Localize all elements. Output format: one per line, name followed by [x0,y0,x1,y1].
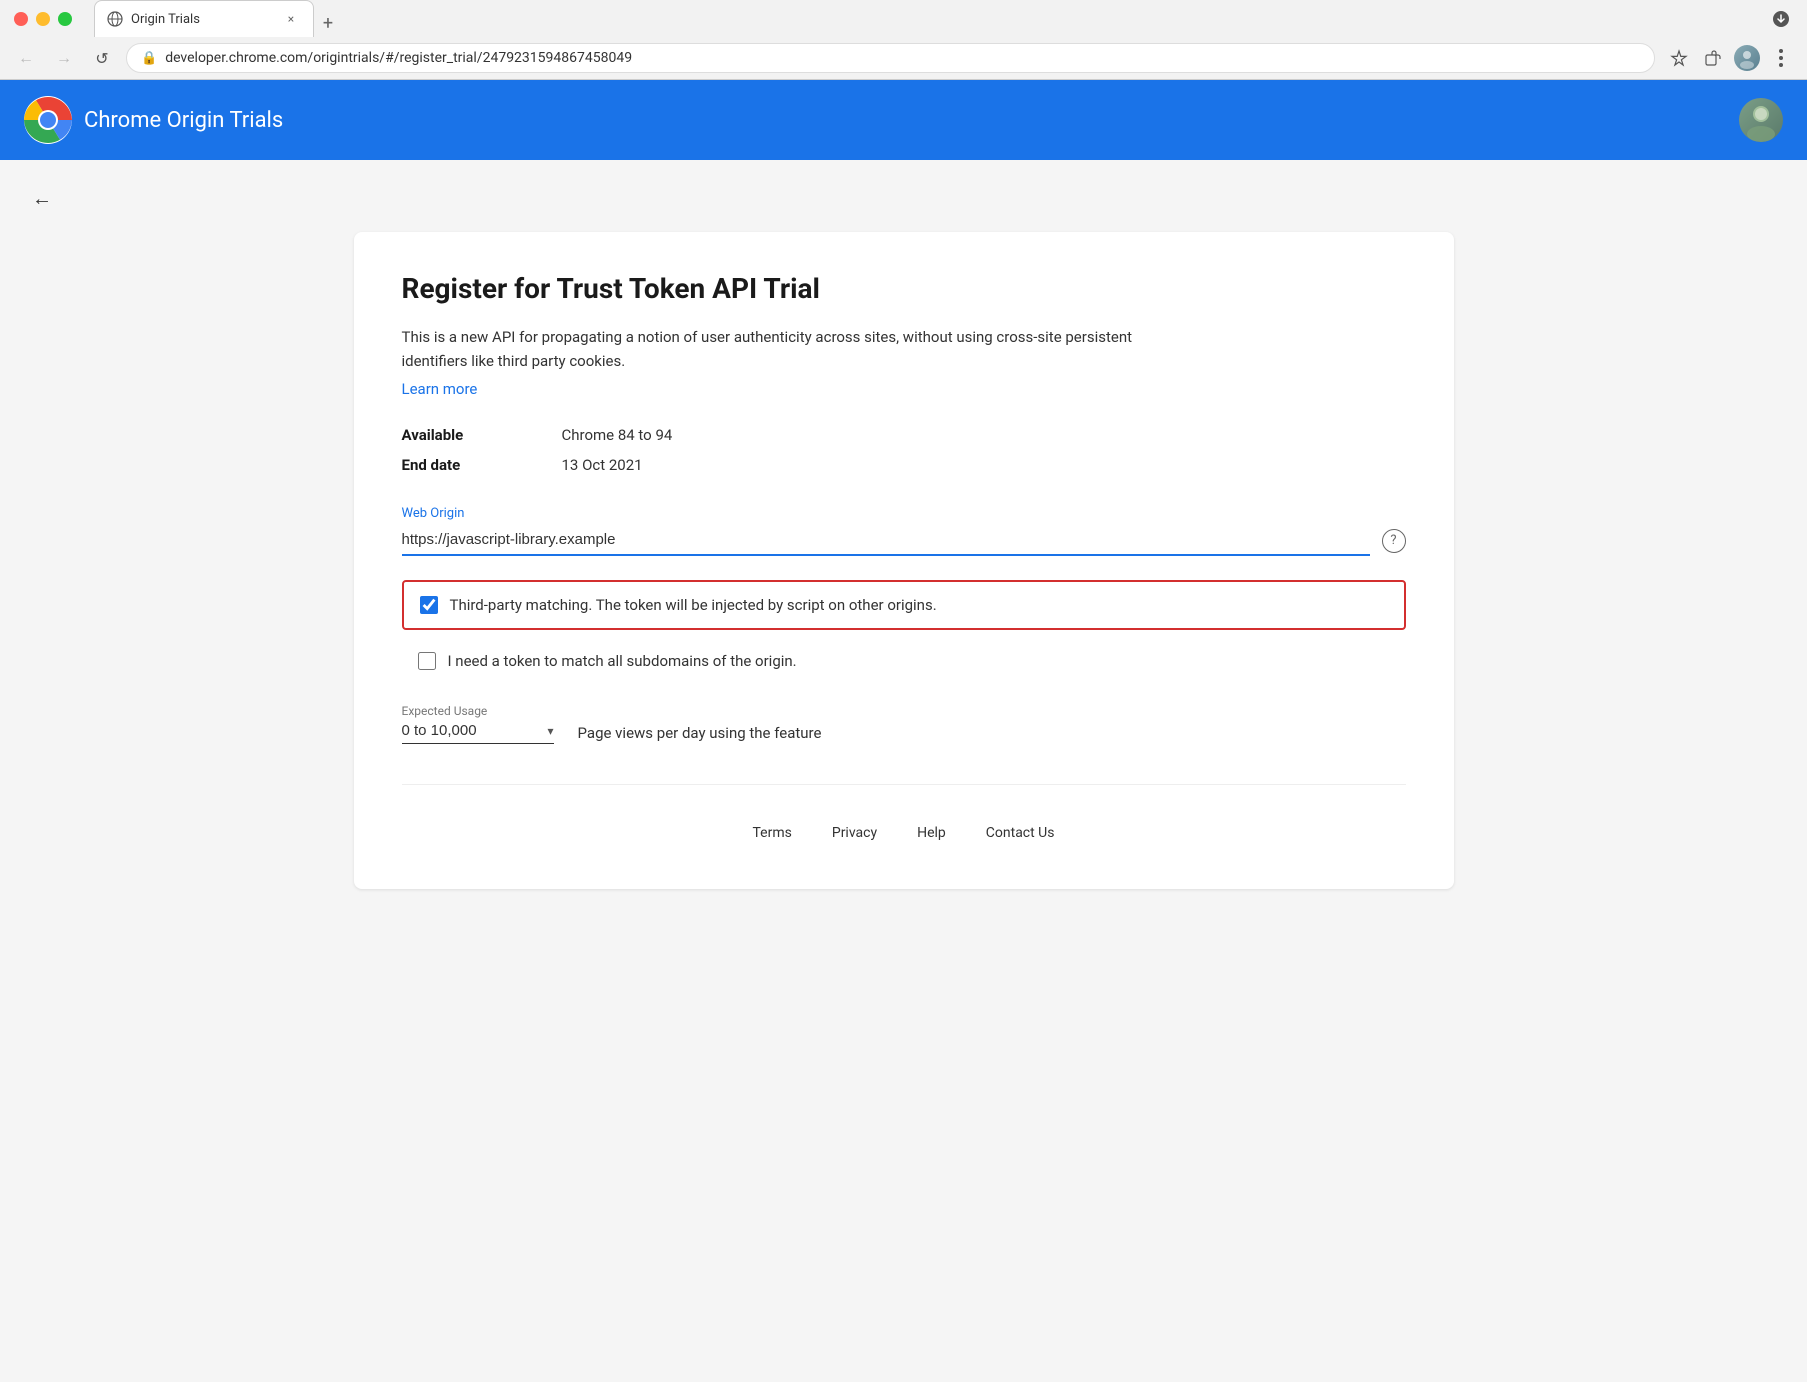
help-icon[interactable]: ? [1382,529,1406,553]
profile-avatar[interactable] [1733,44,1761,72]
forward-button[interactable]: → [50,44,78,72]
form-title: Register for Trust Token API Trial [402,272,1406,305]
checkbox-section: Third-party matching. The token will be … [402,580,1406,684]
tab-close-button[interactable]: × [281,9,301,29]
expected-usage-select[interactable]: 0 to 10,000 10,000 to 100,000 100,000 to… [402,722,544,739]
form-card: Register for Trust Token API Trial This … [354,232,1454,889]
usage-select-wrapper: 0 to 10,000 10,000 to 100,000 100,000 to… [402,722,554,744]
header-user-avatar[interactable] [1739,98,1783,142]
address-bar[interactable]: 🔒 developer.chrome.com/origintrials/#/re… [126,43,1655,73]
subdomains-checkbox-row: I need a token to match all subdomains o… [402,638,1406,684]
contact-us-link[interactable]: Contact Us [986,825,1055,841]
site-title: Chrome Origin Trials [84,108,283,133]
web-origin-input-wrapper: ? [402,525,1406,556]
traffic-lights [0,2,86,36]
web-origin-input[interactable] [402,525,1370,556]
lock-icon: 🔒 [141,51,157,66]
third-party-checkbox-row: Third-party matching. The token will be … [402,580,1406,630]
available-label: Available [402,426,502,444]
chrome-logo-icon [24,96,72,144]
chrome-download-button[interactable] [1767,5,1795,33]
dropdown-arrow-icon: ▾ [548,724,554,738]
subdomains-checkbox-label: I need a token to match all subdomains o… [448,652,797,670]
star-button[interactable] [1665,44,1693,72]
expected-usage-section: Expected Usage 0 to 10,000 10,000 to 100… [402,704,1406,744]
usage-description: Page views per day using the feature [578,724,822,742]
address-bar-row: ← → ↺ 🔒 developer.chrome.com/origintrial… [0,37,1807,79]
toolbar-actions [1665,44,1795,72]
web-origin-section: Web Origin ? [402,506,1406,556]
menu-button[interactable] [1767,44,1795,72]
privacy-link[interactable]: Privacy [832,825,877,841]
learn-more-link[interactable]: Learn more [402,380,478,398]
browser-tab[interactable]: Origin Trials × [94,0,314,37]
page-back-button[interactable]: ← [24,180,60,216]
tab-favicon [107,11,123,27]
web-origin-label: Web Origin [402,506,1406,521]
browser-frame: Origin Trials × + ← → ↺ 🔒 developer.chro… [0,0,1807,80]
back-button[interactable]: ← [12,44,40,72]
expected-usage-label: Expected Usage [402,704,1406,718]
url-display: developer.chrome.com/origintrials/#/regi… [165,50,1640,66]
site-header: Chrome Origin Trials [0,80,1807,160]
usage-row: 0 to 10,000 10,000 to 100,000 100,000 to… [402,722,1406,744]
site-header-left: Chrome Origin Trials [24,96,283,144]
terms-link[interactable]: Terms [753,825,792,841]
subdomains-checkbox[interactable] [418,652,436,670]
new-tab-button[interactable]: + [314,9,342,37]
end-date-label: End date [402,456,502,474]
tab-title: Origin Trials [131,12,273,27]
third-party-checkbox[interactable] [420,596,438,614]
available-row: Available Chrome 84 to 94 [402,426,1406,444]
available-value: Chrome 84 to 94 [562,426,673,444]
help-link[interactable]: Help [917,825,946,841]
end-date-row: End date 13 Oct 2021 [402,456,1406,474]
page-content: ← Register for Trust Token API Trial Thi… [0,160,1807,1382]
close-window-button[interactable] [14,12,28,26]
end-date-value: 13 Oct 2021 [562,456,643,474]
trial-info-table: Available Chrome 84 to 94 End date 13 Oc… [402,426,1406,474]
form-description: This is a new API for propagating a noti… [402,325,1202,373]
maximize-window-button[interactable] [58,12,72,26]
reload-button[interactable]: ↺ [88,44,116,72]
form-footer: Terms Privacy Help Contact Us [402,784,1406,841]
extensions-button[interactable] [1699,44,1727,72]
minimize-window-button[interactable] [36,12,50,26]
third-party-checkbox-label: Third-party matching. The token will be … [450,596,937,614]
